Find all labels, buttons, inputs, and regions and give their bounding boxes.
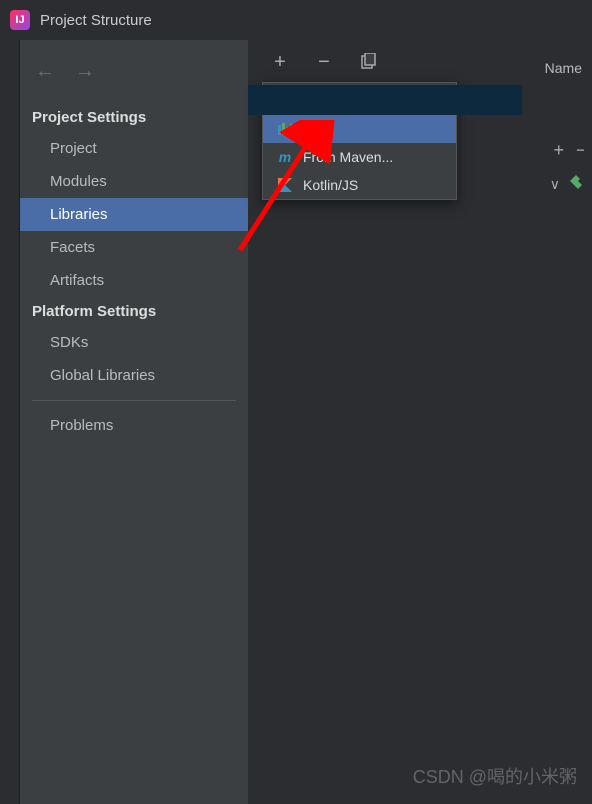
back-arrow-icon[interactable]: ← bbox=[35, 60, 55, 83]
copy-library-button[interactable] bbox=[356, 50, 380, 74]
module-tree-row[interactable]: ∨ bbox=[550, 175, 584, 194]
maven-icon: m bbox=[277, 149, 293, 165]
add-item-button[interactable]: + bbox=[553, 140, 564, 161]
project-settings-header: Project Settings bbox=[20, 103, 248, 132]
center-panel: + − New Project Library Java m From Mave… bbox=[248, 40, 592, 804]
sidebar-item-project[interactable]: Project bbox=[20, 132, 248, 165]
sidebar-item-problems[interactable]: Problems bbox=[20, 409, 248, 442]
add-library-button[interactable]: + bbox=[268, 50, 292, 74]
sidebar-item-artifacts[interactable]: Artifacts bbox=[20, 264, 248, 297]
popup-item-label: Kotlin/JS bbox=[303, 177, 358, 193]
watermark: CSDN @喝的小米粥 bbox=[413, 763, 577, 789]
library-toolbar: + − bbox=[248, 40, 592, 84]
popup-item-java[interactable]: Java bbox=[263, 115, 456, 143]
forward-arrow-icon[interactable]: → bbox=[75, 60, 95, 83]
remove-item-button[interactable]: − bbox=[576, 140, 584, 161]
platform-settings-header: Platform Settings bbox=[20, 297, 248, 326]
popup-item-maven[interactable]: m From Maven... bbox=[263, 143, 456, 171]
popup-item-kotlinjs[interactable]: Kotlin/JS bbox=[263, 171, 456, 199]
kotlin-icon bbox=[277, 177, 293, 193]
hammer-icon bbox=[568, 175, 584, 194]
remove-library-button[interactable]: − bbox=[312, 50, 336, 74]
popup-item-label: Java bbox=[303, 121, 333, 137]
sidebar-item-modules[interactable]: Modules bbox=[20, 165, 248, 198]
left-gutter bbox=[0, 40, 20, 804]
chevron-down-icon[interactable]: ∨ bbox=[550, 176, 560, 193]
window-title: Project Structure bbox=[40, 12, 152, 29]
sidebar-item-libraries[interactable]: Libraries bbox=[20, 198, 248, 231]
name-column-header: Name bbox=[545, 60, 582, 76]
sidebar-divider bbox=[32, 400, 236, 401]
library-list-selection[interactable] bbox=[248, 85, 522, 115]
java-lib-icon bbox=[277, 121, 293, 137]
intellij-app-icon: IJ bbox=[10, 10, 30, 30]
sidebar-item-global-libraries[interactable]: Global Libraries bbox=[20, 359, 248, 392]
sidebar-item-facets[interactable]: Facets bbox=[20, 231, 248, 264]
title-bar: IJ Project Structure bbox=[0, 0, 592, 40]
sidebar: ← → Project Settings Project Modules Lib… bbox=[20, 40, 248, 804]
sidebar-item-sdks[interactable]: SDKs bbox=[20, 326, 248, 359]
popup-item-label: From Maven... bbox=[303, 149, 393, 165]
